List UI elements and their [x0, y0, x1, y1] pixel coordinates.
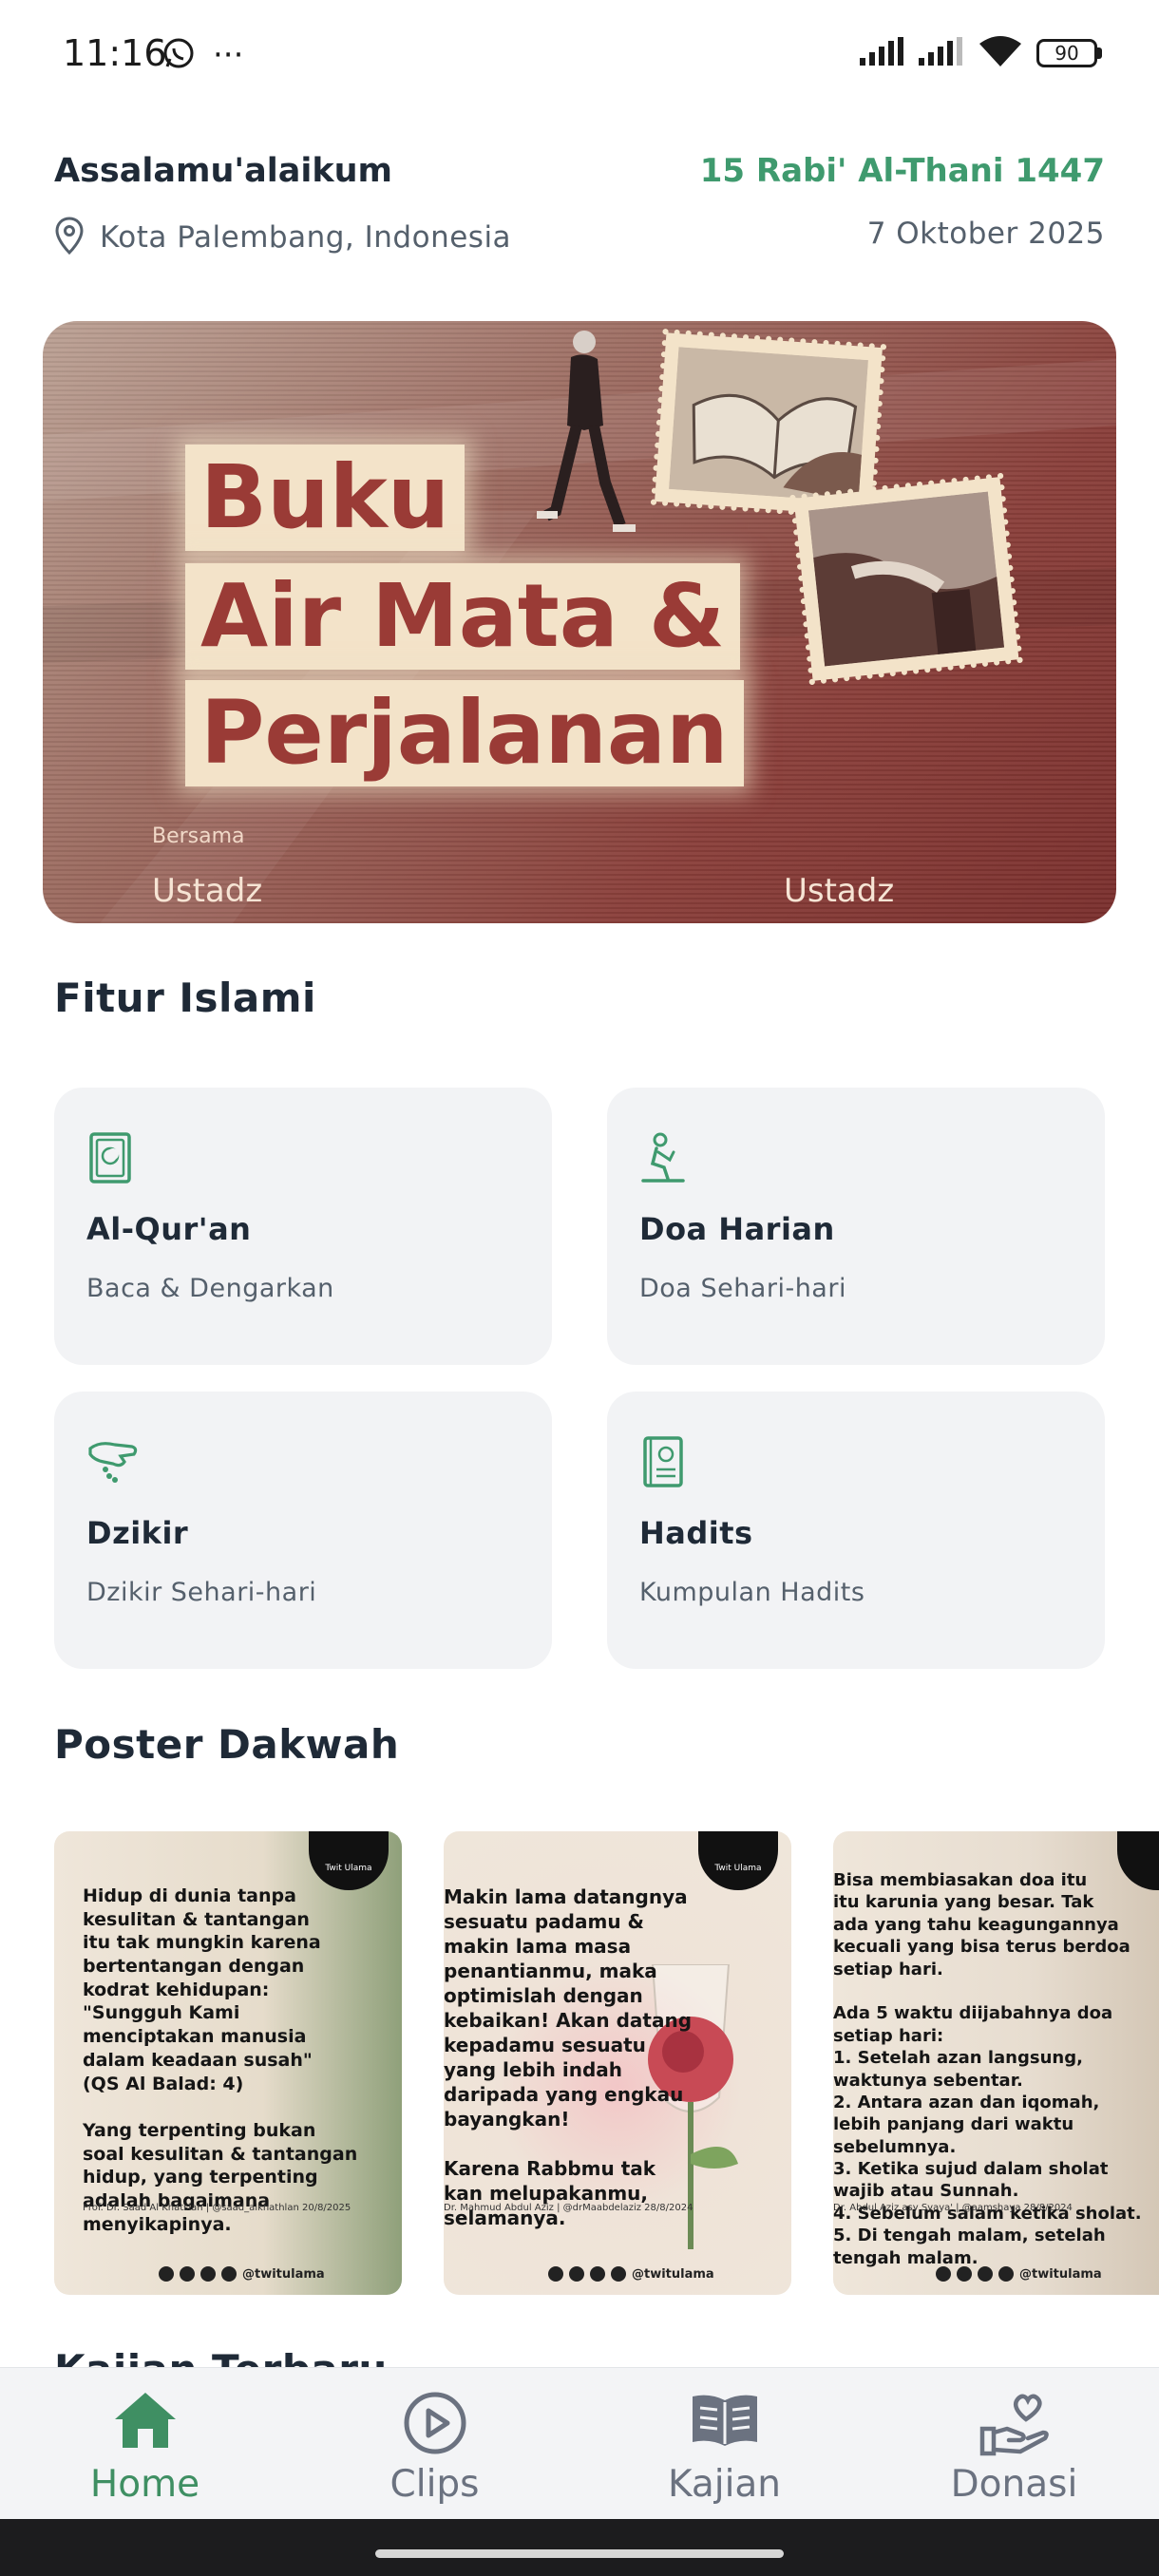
- poster-social-handle: @twitulama: [936, 2266, 1102, 2282]
- feature-card-doa[interactable]: Doa Harian Doa Sehari-hari: [607, 1088, 1105, 1365]
- feature-title: Al-Qur'an: [86, 1211, 252, 1247]
- feature-subtitle: Dzikir Sehari-hari: [86, 1578, 317, 1607]
- stamp-quran-image: [650, 328, 887, 521]
- feature-card-dzikir[interactable]: Dzikir Dzikir Sehari-hari: [54, 1392, 552, 1669]
- gregorian-date: 7 Oktober 2025: [866, 217, 1105, 251]
- social-icon: [936, 2266, 951, 2282]
- feature-title: Dzikir: [86, 1515, 189, 1551]
- social-icon: [611, 2266, 626, 2282]
- feature-subtitle: Doa Sehari-hari: [639, 1274, 846, 1303]
- nav-home[interactable]: Home: [0, 2368, 290, 2520]
- battery-level: 90: [1036, 39, 1097, 67]
- poster-social-handle: @twitulama: [548, 2266, 714, 2282]
- status-bar: 11:16 ··· 90: [0, 0, 1159, 109]
- social-icon: [978, 2266, 993, 2282]
- nav-label: Donasi: [950, 2463, 1078, 2506]
- poster-card-3[interactable]: Bisa membiasakan doa itu itu karunia yan…: [833, 1831, 1159, 2295]
- poster-text: Makin lama datangnya sesuatu padamu & ma…: [444, 1885, 693, 2229]
- whatsapp-icon: [162, 36, 196, 74]
- features-section-title: Fitur Islami: [54, 975, 316, 1021]
- feature-subtitle: Baca & Dengarkan: [86, 1274, 334, 1303]
- poster-card-2[interactable]: Twit Ulama Makin lama datangnya sesuatu …: [444, 1831, 791, 2295]
- poster-social-handle: @twitulama: [159, 2266, 325, 2282]
- poster-credit: Prof. Dr. Saad Al Khatslan | @saad_alkha…: [83, 2203, 352, 2213]
- play-circle-icon: [403, 2391, 467, 2459]
- feature-title: Doa Harian: [639, 1211, 835, 1247]
- feature-card-hadits[interactable]: Hadits Kumpulan Hadits: [607, 1392, 1105, 1669]
- home-gesture-handle[interactable]: [375, 2549, 784, 2558]
- feature-title: Hadits: [639, 1515, 753, 1551]
- signal-1-icon: [860, 37, 905, 69]
- banner-title-line-3: Perjalanan: [185, 680, 744, 786]
- banner-title-line-2: Air Mata &: [185, 563, 741, 670]
- quran-book-icon: [86, 1131, 134, 1184]
- poster-text: Hidup di dunia tanpa kesulitan & tantang…: [83, 1885, 358, 2235]
- nav-label: Clips: [390, 2463, 480, 2506]
- banner-speaker-1: Ustadz: [152, 872, 263, 910]
- posters-section-title: Poster Dakwah: [54, 1721, 400, 1768]
- home-icon: [113, 2391, 178, 2453]
- nav-label: Kajian: [667, 2463, 782, 2506]
- banner-title-line-1: Buku: [185, 445, 466, 551]
- poster-handle-text: @twitulama: [1019, 2266, 1102, 2282]
- social-icon: [998, 2266, 1014, 2282]
- stamp-handshake-image: [789, 472, 1023, 686]
- praying-person-icon: [639, 1131, 687, 1184]
- banner-speaker-2: Ustadz: [784, 872, 895, 910]
- nav-donasi[interactable]: Donasi: [869, 2368, 1159, 2520]
- poster-card-1[interactable]: Twit Ulama Hidup di dunia tanpa kesulita…: [54, 1831, 402, 2295]
- poster-handle-text: @twitulama: [632, 2266, 714, 2282]
- poster-credit: Dr. Abdul Aziz asy Syaya' | @aamshaya 28…: [833, 2203, 1073, 2213]
- hijri-date: 15 Rabi' Al-Thani 1447: [699, 152, 1105, 190]
- feature-card-quran[interactable]: Al-Qur'an Baca & Dengarkan: [54, 1088, 552, 1365]
- twit-ulama-logo: Twit Ulama: [309, 1831, 389, 1890]
- feature-subtitle: Kumpulan Hadits: [639, 1578, 865, 1607]
- poster-credit: Dr. Mahmud Abdul Aziz | @drMaabdelaziz 2…: [444, 2203, 694, 2213]
- more-notifications-icon: ···: [213, 36, 244, 74]
- hadith-book-icon: [639, 1435, 687, 1488]
- nav-kajian[interactable]: Kajian: [580, 2368, 869, 2520]
- poster-handle-text: @twitulama: [242, 2266, 325, 2282]
- wifi-icon: [978, 34, 1023, 72]
- social-icon: [159, 2266, 174, 2282]
- nav-label: Home: [89, 2463, 200, 2506]
- bottom-navigation: Home Clips Kajian Donasi: [0, 2367, 1159, 2520]
- notification-icons: ···: [162, 36, 243, 74]
- location-row[interactable]: Kota Palembang, Indonesia: [54, 217, 511, 258]
- status-time: 11:16: [63, 32, 167, 74]
- social-icon: [590, 2266, 605, 2282]
- banner-with-label: Bersama: [152, 824, 245, 848]
- social-icon: [569, 2266, 584, 2282]
- heart-hand-icon: [978, 2391, 1051, 2461]
- social-icon: [548, 2266, 563, 2282]
- location-pin-icon: [54, 217, 85, 258]
- featured-banner[interactable]: Buku Air Mata & Perjalanan Bersama Ustad…: [43, 321, 1116, 923]
- tasbih-hand-icon: [86, 1435, 138, 1488]
- signal-2-icon: [919, 37, 964, 69]
- social-icon: [200, 2266, 216, 2282]
- system-navigation-bar: [0, 2519, 1159, 2576]
- twit-ulama-logo: Twit Ulama: [698, 1831, 778, 1890]
- social-icon: [957, 2266, 972, 2282]
- nav-clips[interactable]: Clips: [290, 2368, 580, 2520]
- open-book-icon: [689, 2391, 761, 2453]
- system-status-icons: 90: [860, 34, 1102, 72]
- greeting-text: Assalamu'alaikum: [54, 152, 392, 190]
- location-text: Kota Palembang, Indonesia: [100, 220, 512, 255]
- battery-icon: 90: [1036, 39, 1102, 67]
- social-icon: [180, 2266, 195, 2282]
- social-icon: [221, 2266, 237, 2282]
